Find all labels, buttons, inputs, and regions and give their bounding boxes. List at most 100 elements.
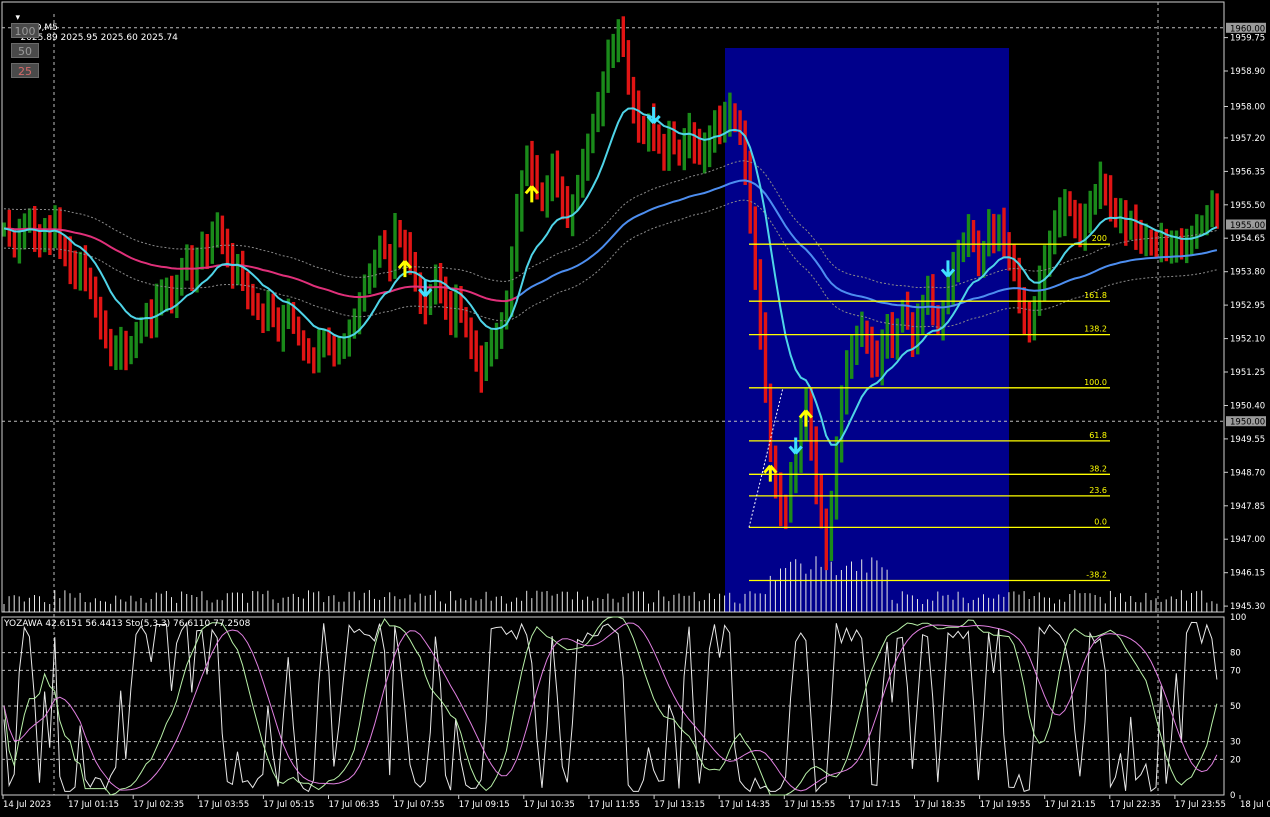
price-tick-label: 1955.50 [1230,201,1265,211]
price-bar [789,462,793,523]
price-bar [256,293,260,320]
price-bar [540,182,544,212]
fibo-level-label: -38.2 [1086,571,1107,580]
price-bar [515,193,519,272]
price-tick-label: 1952.10 [1230,335,1265,345]
price-bar [1012,243,1016,282]
price-tick-label: 1954.65 [1230,234,1265,244]
price-bar [484,342,488,381]
price-bar [104,310,108,349]
time-tick-label: 17 Jul 11:55 [589,800,640,810]
price-bar [296,316,301,346]
price-bar [1210,190,1214,228]
price-bar [63,235,67,267]
price-bar [175,274,179,318]
ohlc-values: 2025.89 2025.95 2025.60 2025.74 [20,33,178,43]
price-bar [1078,203,1082,248]
time-tick-label: 17 Jul 23:55 [1175,800,1226,810]
price-bar [576,174,580,211]
price-bar [926,275,930,315]
price-bar [251,283,255,316]
price-bar [1139,219,1143,254]
price-bar [489,327,494,367]
price-bar [510,246,514,317]
price-bar [662,133,666,171]
price-bar [1174,230,1179,263]
price-bar [743,120,747,185]
fibo-level-label: 0.0 [1094,517,1107,526]
price-bar [109,328,113,367]
time-tick-label: 17 Jul 13:15 [654,800,705,810]
zoom-button-25[interactable]: 25 [11,63,39,78]
fibo-level-label: 61.8 [1089,431,1107,440]
price-bar [1103,173,1108,206]
price-bar [718,105,722,145]
price-bar [378,235,382,268]
price-bar [154,283,159,338]
price-bar [1195,214,1199,249]
zoom-button-100[interactable]: 100 [11,23,39,38]
price-bar [642,116,646,145]
fibo-level-label: 161.8 [1084,291,1107,300]
price-bar [281,304,285,352]
price-bar [697,128,702,165]
price-bar [53,205,57,249]
price-bar [164,277,169,312]
price-bar [581,148,585,198]
price-bar [383,230,387,260]
yozawa-line [3,621,1218,793]
price-bar [1124,200,1128,246]
price-bar [657,124,661,154]
fibo-level-label: 38.2 [1089,464,1107,473]
price-bar [1007,232,1011,271]
dropdown-triangle-icon[interactable]: ▾ [15,13,20,23]
price-tick-label: 1947.85 [1230,502,1265,512]
time-tick-label: 17 Jul 18:35 [915,800,966,810]
price-tick-label: 1952.95 [1230,301,1265,311]
price-bar [388,244,392,282]
zoom-button-50[interactable]: 50 [11,43,39,58]
price-tick-label: 1950.40 [1230,402,1265,412]
price-bar [931,274,935,326]
price-bar [12,229,17,258]
time-tick-label: 17 Jul 03:55 [198,800,249,810]
price-tick-label: 1951.25 [1230,368,1265,378]
time-tick-label: 17 Jul 07:55 [394,800,445,810]
price-bar [971,220,976,253]
price-tick-label: 1946.15 [1230,569,1265,579]
price-bar [738,110,742,145]
chart-window[interactable]: 200 161.8 138.2 100.0 61.8 38.2 23.6 0.0 -38.2 1… [0,0,1270,813]
price-bar [205,234,209,269]
chart-canvas[interactable]: 200161.8138.2100.061.838.223.60.0-38.2 1… [0,0,1270,813]
price-bar [271,293,275,328]
price-bar [611,33,615,68]
oscillator-tick-label: 100 [1230,613,1246,623]
price-bar [555,150,560,198]
price-bar [692,122,697,164]
oscillator-tick-label: 50 [1230,702,1241,712]
price-bar [723,101,727,143]
price-bar [809,387,813,461]
price-bar [17,218,22,264]
price-bar [621,16,625,57]
time-tick-label: 17 Jul 02:35 [133,800,184,810]
price-bar [545,175,549,218]
price-bar [550,153,554,202]
price-bar [616,19,620,63]
price-bar [261,303,265,333]
price-bar [43,218,47,253]
price-bar [779,472,783,527]
price-bar [88,267,93,300]
price-bar [180,257,184,296]
price-bar [855,325,859,365]
price-bar [1022,287,1026,335]
oscillator-tick-label: 30 [1230,738,1241,748]
price-bar [307,338,311,364]
price-bar [276,307,280,342]
oscillator-tick-label: 20 [1230,755,1241,765]
price-bar [834,436,839,520]
price-bar [215,212,220,248]
price-bar [1093,184,1097,215]
price-bar [992,213,996,254]
time-tick-label: 17 Jul 09:15 [459,800,510,810]
